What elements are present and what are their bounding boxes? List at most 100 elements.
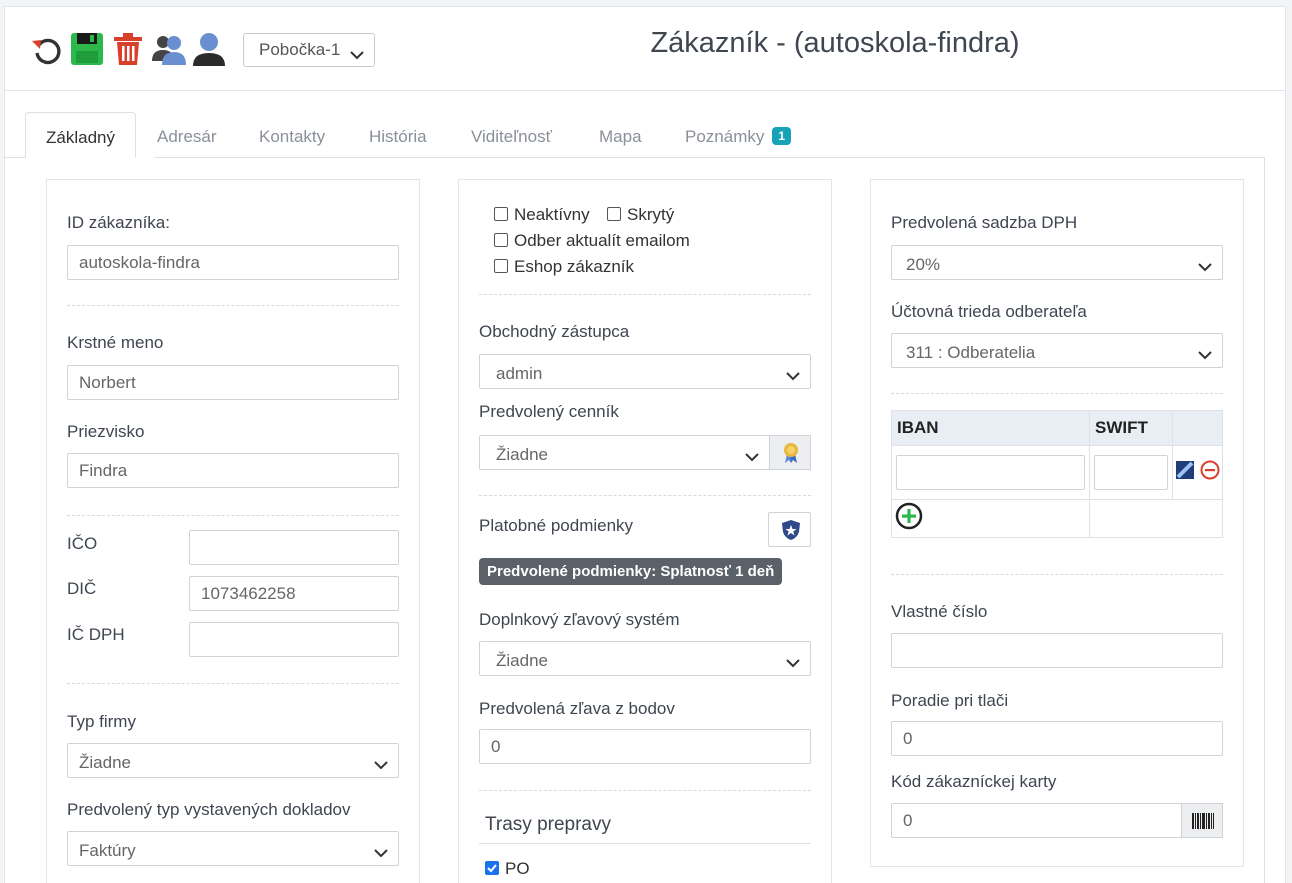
sales-rep-select[interactable]: admin bbox=[479, 354, 811, 389]
pricelist-select[interactable]: Žiadne bbox=[479, 435, 770, 470]
notes-count-badge: 1 bbox=[772, 127, 792, 145]
table-header-row: IBAN SWIFT bbox=[891, 410, 1223, 446]
newsletter-checkbox[interactable]: Odber aktualít emailom bbox=[494, 231, 690, 251]
bank-accounts-table: IBAN SWIFT bbox=[891, 410, 1223, 538]
payment-terms-badge: Predvolené podmienky: Splatnosť 1 deň bbox=[479, 558, 783, 585]
tab-content-border bbox=[1264, 157, 1265, 883]
pricelist-button[interactable] bbox=[769, 435, 811, 470]
branch-select[interactable]: Pobočka-1 bbox=[243, 33, 375, 67]
save-icon[interactable] bbox=[69, 31, 105, 72]
sales-rep-label: Obchodný zástupca bbox=[479, 322, 630, 341]
first-name-input[interactable]: Norbert bbox=[67, 365, 399, 400]
checkbox-box[interactable] bbox=[494, 207, 508, 221]
payment-terms-button[interactable] bbox=[768, 512, 811, 547]
barcode-icon bbox=[1192, 813, 1214, 834]
account-class-select[interactable]: 311 : Odberatelia bbox=[891, 333, 1223, 368]
checkbox-box[interactable] bbox=[607, 207, 621, 221]
tab-visibility[interactable]: Viditeľnosť bbox=[471, 112, 552, 158]
swift-input[interactable] bbox=[1094, 455, 1168, 490]
card-code-label: Kód zákazníckej karty bbox=[891, 772, 1057, 791]
discount-system-value: Žiadne bbox=[496, 651, 548, 670]
points-discount-input[interactable]: 0 bbox=[479, 729, 811, 764]
table-add-row bbox=[891, 499, 1223, 538]
chevron-down-icon bbox=[786, 366, 800, 386]
edit-icon[interactable] bbox=[1175, 460, 1195, 485]
toolbar: Pobočka-1 Zákazník - (autoskola-findra) bbox=[5, 7, 1285, 91]
finance-column: Predvolená sadzba DPH 20% Účtovná trieda… bbox=[870, 179, 1244, 867]
undo-icon[interactable] bbox=[29, 31, 65, 72]
separator bbox=[67, 683, 399, 684]
tab-basic[interactable]: Základný bbox=[25, 112, 136, 158]
trash-icon[interactable] bbox=[111, 31, 145, 72]
actions-header bbox=[1172, 410, 1223, 446]
vat-label: Predvolená sadzba DPH bbox=[891, 213, 1078, 232]
inactive-checkbox[interactable]: Neaktívny bbox=[494, 205, 590, 225]
vat-value: 20% bbox=[906, 255, 941, 274]
card-code-input[interactable]: 0 bbox=[891, 803, 1182, 838]
pricelist-label: Predvolený cenník bbox=[479, 402, 619, 421]
chevron-down-icon bbox=[374, 755, 388, 775]
eshop-checkbox[interactable]: Eshop zákazník bbox=[494, 257, 634, 277]
chevron-down-icon bbox=[745, 447, 759, 467]
doc-type-select[interactable]: Faktúry bbox=[67, 831, 399, 866]
checkbox-box[interactable] bbox=[494, 259, 508, 273]
basic-info-column: ID zákazníka: autoskola-findra Krstné me… bbox=[46, 179, 420, 883]
main-panel: Pobočka-1 Zákazník - (autoskola-findra) … bbox=[4, 6, 1286, 883]
customer-id-input[interactable]: autoskola-findra bbox=[67, 245, 399, 280]
tab-label: Mapa bbox=[599, 127, 642, 146]
icdph-input[interactable] bbox=[189, 622, 399, 657]
dic-label: DIČ bbox=[67, 579, 97, 598]
icdph-label: IČ DPH bbox=[67, 625, 125, 644]
chevron-down-icon bbox=[350, 45, 364, 65]
barcode-button[interactable] bbox=[1181, 803, 1223, 838]
inactive-checkbox-label: Neaktívny bbox=[514, 205, 590, 224]
account-class-label: Účtovná trieda odberateľa bbox=[891, 302, 1087, 321]
add-circle-icon[interactable] bbox=[895, 502, 923, 534]
separator bbox=[479, 495, 811, 496]
iban-input[interactable] bbox=[896, 455, 1085, 490]
hidden-checkbox[interactable]: Skrytý bbox=[607, 205, 674, 225]
remove-icon[interactable] bbox=[1200, 460, 1220, 485]
checkbox-box[interactable] bbox=[494, 233, 508, 247]
users-icon[interactable] bbox=[151, 31, 187, 72]
company-type-select[interactable]: Žiadne bbox=[67, 743, 399, 778]
dic-input[interactable]: 1073462258 bbox=[189, 576, 399, 611]
account-class-value: 311 : Odberatelia bbox=[906, 343, 1036, 362]
print-order-label: Poradie pri tlači bbox=[891, 691, 1009, 710]
payment-terms-label: Platobné podmienky bbox=[479, 516, 634, 535]
chevron-down-icon bbox=[1198, 257, 1212, 277]
first-name-label: Krstné meno bbox=[67, 333, 164, 352]
tab-map[interactable]: Mapa bbox=[599, 112, 642, 158]
separator bbox=[67, 515, 399, 516]
company-type-label: Typ firmy bbox=[67, 712, 136, 731]
iban-header: IBAN bbox=[891, 410, 1090, 446]
ico-input[interactable] bbox=[189, 530, 399, 565]
last-name-label: Priezvisko bbox=[67, 422, 145, 441]
user-icon[interactable] bbox=[191, 31, 227, 72]
own-number-input[interactable] bbox=[891, 633, 1223, 668]
tab-notes[interactable]: Poznámky 1 bbox=[685, 112, 792, 158]
route-po-checkbox[interactable]: PO bbox=[485, 859, 530, 879]
routes-divider bbox=[479, 843, 811, 844]
vat-select[interactable]: 20% bbox=[891, 245, 1223, 280]
tab-divider bbox=[155, 157, 1265, 158]
tab-addresses[interactable]: Adresár bbox=[157, 112, 217, 158]
checkbox-checked-box[interactable] bbox=[485, 861, 499, 875]
print-order-input[interactable]: 0 bbox=[891, 721, 1223, 756]
tab-divider-left bbox=[5, 157, 25, 158]
doc-type-label: Predvolený typ vystavených dokladov bbox=[67, 800, 351, 819]
page-title: Zákazník - (autoskola-findra) bbox=[650, 27, 1020, 59]
points-discount-label: Predvolená zľava z bodov bbox=[479, 699, 675, 718]
swift-header: SWIFT bbox=[1089, 410, 1173, 446]
tab-history[interactable]: História bbox=[369, 112, 427, 158]
settings-column: Neaktívny Skrytý Odber aktualít emailom … bbox=[458, 179, 832, 883]
eshop-checkbox-label: Eshop zákazník bbox=[514, 257, 635, 276]
discount-system-label: Doplnkový zľavový systém bbox=[479, 610, 680, 629]
last-name-input[interactable]: Findra bbox=[67, 453, 399, 488]
tab-label: História bbox=[369, 127, 427, 146]
hidden-checkbox-label: Skrytý bbox=[627, 205, 675, 224]
tab-contacts[interactable]: Kontakty bbox=[259, 112, 325, 158]
table-row bbox=[891, 445, 1223, 500]
doc-type-value: Faktúry bbox=[79, 841, 136, 860]
discount-system-select[interactable]: Žiadne bbox=[479, 641, 811, 676]
